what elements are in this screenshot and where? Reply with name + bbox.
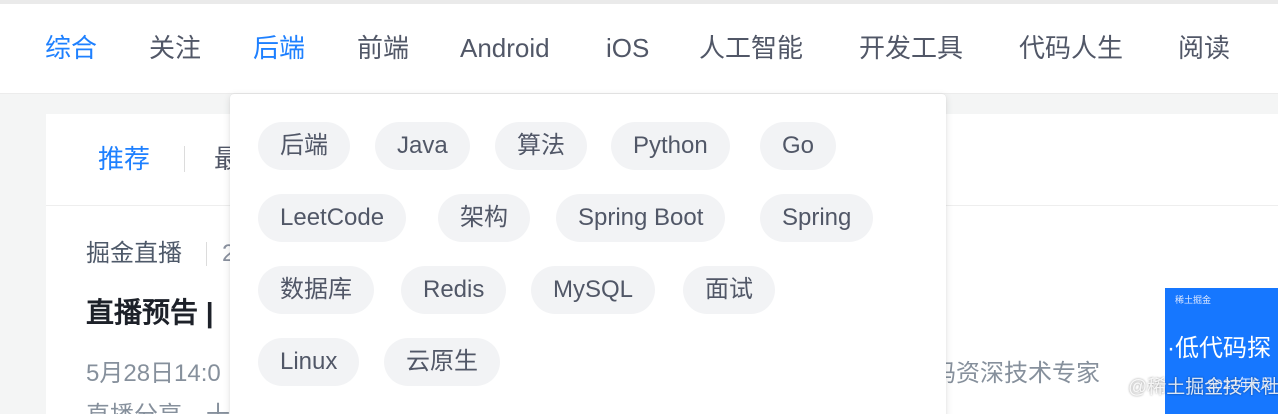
nav-item-android[interactable]: Android bbox=[460, 31, 550, 65]
feed-abstract-line-2[interactable]: 直播分享，十 bbox=[86, 400, 230, 414]
tag-interview[interactable]: 面试 bbox=[683, 266, 775, 314]
nav-item-code-life[interactable]: 代码人生 bbox=[1019, 31, 1123, 65]
tag-cloud-native[interactable]: 云原生 bbox=[384, 338, 500, 386]
tag-leetcode[interactable]: LeetCode bbox=[258, 194, 407, 242]
nav-item-devtools[interactable]: 开发工具 bbox=[859, 31, 963, 65]
backend-tag-dropdown: 后端 Java 算法 Python Go LeetCode 架构 Spring … bbox=[230, 94, 946, 414]
tag-algorithm[interactable]: 算法 bbox=[495, 122, 587, 170]
feed-abstract-tail[interactable]: 码资深技术专家 bbox=[932, 358, 1100, 390]
feed-author[interactable]: 掘金直播 bbox=[86, 238, 182, 270]
tab-recommended[interactable]: 推荐 bbox=[98, 142, 150, 176]
nav-item-frontend[interactable]: 前端 bbox=[357, 31, 409, 65]
thumbnail-brand: 稀土掘金 bbox=[1175, 295, 1212, 305]
nav-item-guanzhu[interactable]: 关注 bbox=[149, 31, 201, 65]
tag-redis[interactable]: Redis bbox=[401, 266, 507, 314]
tag-python[interactable]: Python bbox=[611, 122, 730, 170]
feed-abstract[interactable]: 5月28日14:0 bbox=[86, 358, 221, 390]
category-navbar: 综合 关注 后端 前端 Android iOS 人工智能 开发工具 代码人生 阅… bbox=[0, 4, 1278, 94]
tag-spring[interactable]: Spring bbox=[760, 194, 874, 242]
nav-item-ai[interactable]: 人工智能 bbox=[699, 31, 803, 65]
nav-item-zonghe[interactable]: 综合 bbox=[45, 31, 97, 65]
nav-item-reading[interactable]: 阅读 bbox=[1178, 31, 1230, 65]
tag-linux[interactable]: Linux bbox=[258, 338, 360, 386]
nav-item-backend[interactable]: 后端 bbox=[253, 31, 305, 65]
tag-database[interactable]: 数据库 bbox=[258, 266, 374, 314]
tag-go[interactable]: Go bbox=[760, 122, 837, 170]
tag-mysql[interactable]: MySQL bbox=[531, 266, 656, 314]
tab-divider bbox=[184, 146, 185, 172]
feed-title[interactable]: 直播预告 | bbox=[86, 294, 214, 332]
tag-spring-boot[interactable]: Spring Boot bbox=[556, 194, 726, 242]
meta-divider bbox=[206, 242, 207, 266]
watermark: @稀土掘金技术社区 bbox=[1128, 377, 1278, 398]
thumbnail-title: ·低代码探 bbox=[1167, 335, 1271, 362]
tag-architecture[interactable]: 架构 bbox=[438, 194, 530, 242]
nav-item-ios[interactable]: iOS bbox=[606, 31, 649, 65]
tag-backend[interactable]: 后端 bbox=[258, 122, 350, 170]
tag-java[interactable]: Java bbox=[375, 122, 470, 170]
